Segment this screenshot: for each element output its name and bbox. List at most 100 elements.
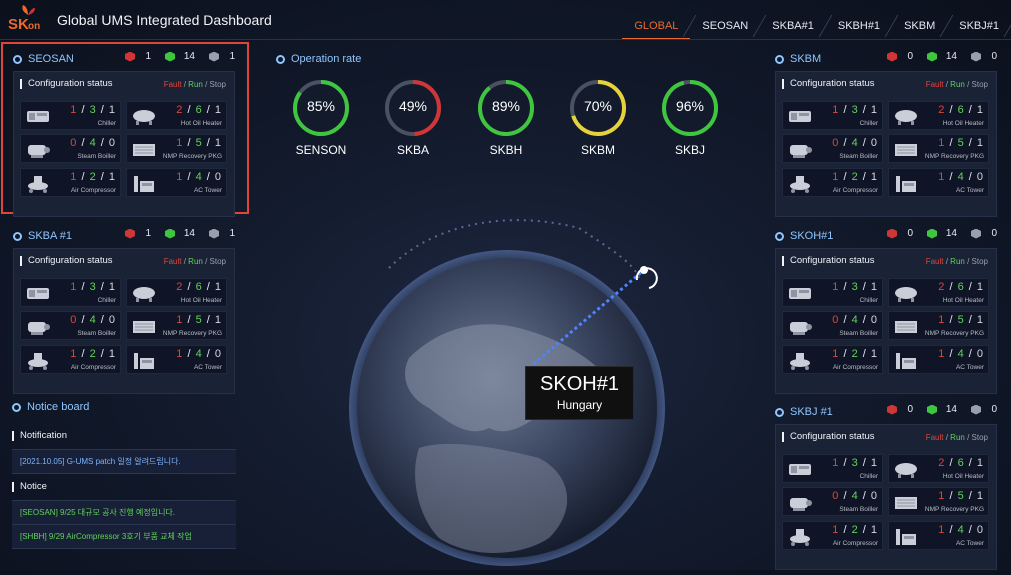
equipment-item[interactable]: 2 / 6 / 1 Hot Oil Heater xyxy=(888,278,989,307)
status-counts: 0 14 0 xyxy=(879,228,997,239)
equipment-label: NMP Recovery PKG xyxy=(162,153,222,160)
equipment-item[interactable]: 1 / 4 / 0 AC Tower xyxy=(126,345,227,374)
equipment-item[interactable]: 1 / 2 / 1 Air Compressor xyxy=(782,345,883,374)
equipment-item[interactable]: 1 / 4 / 0 AC Tower xyxy=(888,345,989,374)
equipment-item[interactable]: 1 / 5 / 1 NMP Recovery PKG xyxy=(126,311,227,340)
config-heading: Configuration status xyxy=(20,79,113,89)
equipment-item[interactable]: 1 / 2 / 1 Air Compressor xyxy=(782,168,883,197)
hot-oil-heater-icon xyxy=(133,110,155,125)
equipment-item[interactable]: 1 / 5 / 1 NMP Recovery PKG xyxy=(888,311,989,340)
operation-rate: Operation rate xyxy=(276,51,361,67)
tab-skbj1[interactable]: SKBJ#1 xyxy=(947,13,1011,39)
tab-skbh1[interactable]: SKBH#1 xyxy=(826,13,892,39)
equipment-counts: 1 / 3 / 1 xyxy=(70,104,116,116)
tab-skba1[interactable]: SKBA#1 xyxy=(760,13,826,39)
run-value: 5 xyxy=(957,137,965,149)
notification-heading: Notification xyxy=(12,431,236,441)
operation-gauge[interactable]: 70% SKBM xyxy=(569,79,627,157)
nmp-recovery-icon xyxy=(133,144,155,156)
equipment-item[interactable]: 1 / 2 / 1 Air Compressor xyxy=(20,168,121,197)
equipment-item[interactable]: 1 / 4 / 0 AC Tower xyxy=(888,521,989,550)
equipment-item[interactable]: 1 / 4 / 0 AC Tower xyxy=(126,168,227,197)
equipment-item[interactable]: 0 / 4 / 0 Steam Boiller xyxy=(20,311,121,340)
butterfly-icon xyxy=(22,5,35,15)
operation-gauge[interactable]: 89% SKBH xyxy=(477,79,535,157)
tab-seosan[interactable]: SEOSAN xyxy=(690,13,760,39)
panel-title[interactable]: SKOH#1 xyxy=(775,228,833,244)
fault-value: 1 xyxy=(176,348,184,360)
equipment-item[interactable]: 0 / 4 / 0 Steam Boiller xyxy=(20,134,121,163)
panel-title[interactable]: SKBM xyxy=(775,51,821,67)
equipment-item[interactable]: 0 / 4 / 0 Steam Boiller xyxy=(782,311,883,340)
equipment-item[interactable]: 1 / 3 / 1 Chiller xyxy=(20,278,121,307)
run-value: 5 xyxy=(195,137,203,149)
status-counts: 0 14 0 xyxy=(879,51,997,62)
equipment-item[interactable]: 1 / 2 / 1 Air Compressor xyxy=(20,345,121,374)
legend-fault: Fault xyxy=(925,80,944,89)
equipment-item[interactable]: 1 / 4 / 0 AC Tower xyxy=(888,168,989,197)
equipment-item[interactable]: 1 / 2 / 1 Air Compressor xyxy=(782,521,883,550)
panel-title[interactable]: SKBA #1 xyxy=(13,228,72,244)
notice-item[interactable]: [SEOSAN] 9/25 대규모 공사 진행 예정입니다. xyxy=(12,501,236,525)
equipment-counts: 1 / 5 / 1 xyxy=(938,490,984,502)
panel-title[interactable]: SEOSAN xyxy=(13,51,74,67)
equipment-item[interactable]: 2 / 6 / 1 Hot Oil Heater xyxy=(126,278,227,307)
notice-item[interactable]: [SHBH] 9/29 AirCompressor 3호기 부품 교체 작업 xyxy=(12,525,236,549)
stop-count: 1 xyxy=(229,228,235,239)
steam-boiler-icon xyxy=(790,322,812,335)
panel-title[interactable]: SKBJ #1 xyxy=(775,404,833,420)
air-compressor-icon xyxy=(790,529,810,546)
tab-skbm[interactable]: SKBM xyxy=(892,13,947,39)
fault-count: 0 xyxy=(907,51,913,62)
equipment-label: Air Compressor xyxy=(70,364,116,371)
status-counts: 1 14 1 xyxy=(117,228,235,239)
equipment-counts: 1 / 4 / 0 xyxy=(938,348,984,360)
tab-global[interactable]: GLOBAL xyxy=(622,13,691,39)
equipment-item[interactable]: 0 / 4 / 0 Steam Boiller xyxy=(782,134,883,163)
equipment-item[interactable]: 1 / 3 / 1 Chiller xyxy=(782,454,883,483)
equipment-counts: 1 / 4 / 0 xyxy=(938,524,984,536)
equipment-item[interactable]: 1 / 5 / 1 NMP Recovery PKG xyxy=(126,134,227,163)
gauge-value: 49% xyxy=(398,98,428,114)
operation-gauge[interactable]: 49% SKBA xyxy=(384,79,442,157)
equipment-item[interactable]: 2 / 6 / 1 Hot Oil Heater xyxy=(888,101,989,130)
steam-boiler-icon xyxy=(28,145,50,158)
location-tooltip: SKOH#1 Hungary xyxy=(525,366,634,420)
equipment-item[interactable]: 2 / 6 / 1 Hot Oil Heater xyxy=(126,101,227,130)
run-value: 4 xyxy=(957,524,965,536)
equipment-item[interactable]: 1 / 5 / 1 NMP Recovery PKG xyxy=(888,134,989,163)
equipment-label: AC Tower xyxy=(955,540,984,547)
nmp-recovery-icon xyxy=(895,321,917,333)
operation-gauge[interactable]: 85% SENSON xyxy=(292,79,350,157)
run-value: 2 xyxy=(851,524,859,536)
notice-board-label: Notice board xyxy=(27,401,90,413)
title-ring-icon xyxy=(775,407,784,417)
configuration-status: Configuration status Fault / Run / Stop 1 … xyxy=(775,71,997,217)
stop-value: 1 xyxy=(976,457,984,469)
equipment-item[interactable]: 1 / 3 / 1 Chiller xyxy=(782,278,883,307)
equipment-item[interactable]: 1 / 3 / 1 Chiller xyxy=(20,101,121,130)
stop-value: 0 xyxy=(976,171,984,183)
sk-on-logo[interactable]: SK on xyxy=(6,4,50,36)
gauge-value: 96% xyxy=(675,98,705,114)
equipment-item[interactable]: 0 / 4 / 0 Steam Boiller xyxy=(782,487,883,516)
equipment-counts: 1 / 4 / 0 xyxy=(176,348,222,360)
status-counts: 1 14 1 xyxy=(117,51,235,62)
notification-item[interactable]: [2021.10.05] G-UMS patch 일정 알려드립니다. xyxy=(12,450,236,474)
configuration-status: Configuration status Fault / Run / Stop 1 … xyxy=(13,248,235,394)
fault-value: 1 xyxy=(832,457,840,469)
header: SK on Global UMS Integrated Dashboard GL… xyxy=(0,0,1011,40)
equipment-item[interactable]: 1 / 3 / 1 Chiller xyxy=(782,101,883,130)
gauge-site-name: SKBA xyxy=(396,143,429,157)
equipment-label: Steam Boiller xyxy=(839,506,878,513)
logo-sk-text: SK xyxy=(8,16,29,33)
stop-value: 0 xyxy=(214,348,222,360)
title-ring-icon xyxy=(775,54,784,64)
fault-value: 1 xyxy=(70,281,78,293)
air-compressor-icon xyxy=(790,176,810,193)
equipment-item[interactable]: 1 / 5 / 1 NMP Recovery PKG xyxy=(888,487,989,516)
run-value: 6 xyxy=(195,104,203,116)
equipment-item[interactable]: 2 / 6 / 1 Hot Oil Heater xyxy=(888,454,989,483)
operation-gauge[interactable]: 96% SKBJ xyxy=(661,79,719,157)
stop-count: 0 xyxy=(991,404,997,415)
